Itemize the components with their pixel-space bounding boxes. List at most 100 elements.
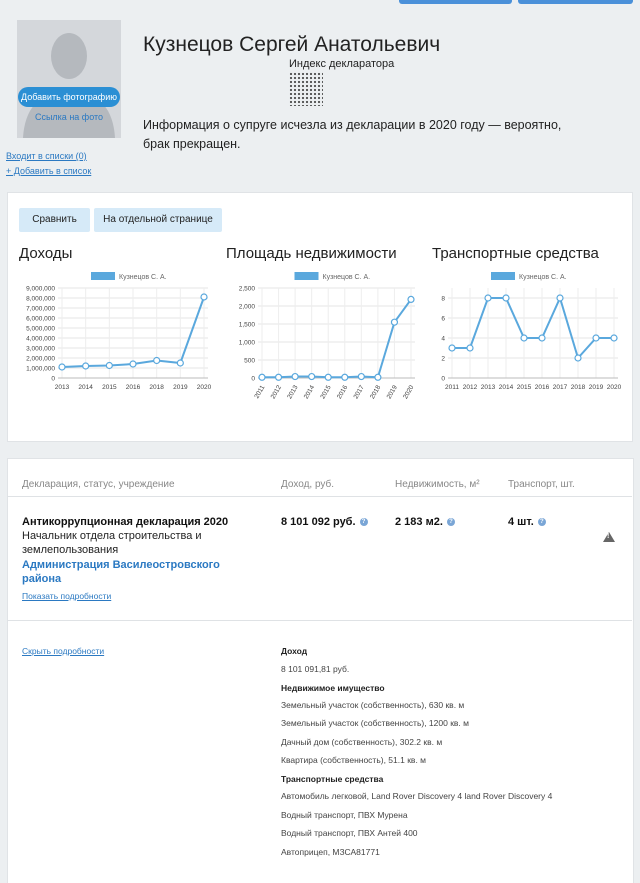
data-point (153, 356, 161, 365)
details-transport-heading: Транспортные средства (281, 774, 384, 784)
x-tick-label: 2018 (571, 384, 586, 391)
x-tick-label: 2019 (386, 384, 399, 400)
data-point (200, 293, 208, 301)
x-tick-label: 2019 (173, 384, 188, 391)
data-point (176, 359, 184, 367)
top-button-1[interactable] (399, 0, 512, 4)
top-button-2[interactable] (518, 0, 633, 4)
warning-icon[interactable]: ! (603, 532, 615, 542)
header-divider (7, 496, 632, 497)
y-tick-label: 6 (441, 316, 445, 323)
col-income: Доход, руб. (281, 479, 335, 490)
legend-label: Кузнецов С. А. (519, 274, 567, 281)
x-tick-label: 2015 (517, 384, 532, 391)
data-point (538, 334, 546, 342)
add-photo-button[interactable]: Добавить фотографию (18, 87, 120, 107)
y-tick-label: 3,000,000 (26, 346, 55, 353)
data-point (466, 344, 474, 352)
show-details-link[interactable]: Показать подробности (22, 591, 111, 601)
y-tick-label: 1,000,000 (26, 366, 55, 373)
y-tick-label: 0 (251, 376, 255, 383)
x-tick-label: 2018 (149, 384, 164, 391)
y-tick-label: 6,000,000 (26, 316, 55, 323)
x-tick-label: 2019 (589, 384, 604, 391)
x-tick-label: 2012 (270, 384, 283, 400)
y-tick-label: 1,500 (239, 322, 256, 329)
x-tick-label: 2015 (319, 384, 332, 400)
property-chart-title: Площадь недвижимости (226, 245, 397, 262)
legend-swatch (294, 272, 319, 280)
data-point (502, 294, 510, 302)
hide-details-link[interactable]: Скрыть подробности (22, 646, 104, 656)
x-tick-label: 2014 (78, 384, 93, 391)
legend-label: Кузнецов С. А. (119, 274, 167, 281)
col-realty: Недвижимость, м² (395, 479, 480, 490)
help-icon[interactable]: ? (359, 518, 368, 527)
y-tick-label: 0 (51, 376, 55, 383)
chart-svg: Кузнецов С. А.024682011 2012 2013 2014 2015 2… (441, 272, 622, 391)
data-point (407, 295, 415, 304)
x-tick-label: 2016 (126, 384, 141, 391)
x-tick-label: 2017 (553, 384, 568, 391)
series-line (262, 298, 412, 379)
transport-chart: Кузнецов С. А. 0 2 4 6 8 2011 2012 2013 2014 2015 2… (422, 268, 627, 428)
details-income-heading: Доход (281, 646, 308, 656)
y-tick-label: 2,000 (239, 304, 256, 311)
data-point (357, 372, 365, 381)
y-tick-label: 7,000,000 (26, 306, 55, 313)
transport-value: 4 шт. (508, 516, 534, 528)
data-point (390, 318, 399, 326)
realty-value: 2 183 м2. (395, 516, 443, 528)
x-tick-label: 2018 (369, 384, 382, 400)
y-tick-label: 500 (244, 358, 255, 365)
legend-label: Кузнецов С. А. (323, 274, 371, 281)
y-tick-label: 1,000 (239, 340, 256, 347)
person-name: Кузнецов Сергей Анатольевич (143, 33, 441, 56)
data-point (520, 334, 528, 342)
details-realty-item: Дачный дом (собственность), 302.2 кв. м (281, 737, 443, 747)
y-tick-label: 8 (441, 296, 445, 303)
y-tick-label: 2,000,000 (26, 356, 55, 363)
data-point (610, 334, 618, 342)
y-tick-label: 0 (441, 376, 445, 383)
realty-value-cell: 2 183 м2.? (395, 516, 455, 528)
tab-compare[interactable]: Сравнить (19, 208, 90, 232)
x-tick-label: 2011 (445, 384, 459, 391)
add-to-list-link[interactable]: + Добавить в список (6, 166, 91, 176)
data-point (374, 373, 382, 381)
charts-panel: Сравнить На отдельной странице Доходы Пл… (7, 192, 633, 442)
x-tick-label: 2016 (336, 384, 349, 400)
declaration-title: Антикоррупционная декларация 2020 (22, 516, 229, 528)
photo-link[interactable]: Ссылка на фото (17, 112, 121, 122)
x-tick-label: 2013 (286, 384, 299, 400)
details-realty-item: Земельный участок (собственность), 1200 … (281, 718, 469, 728)
tab-separate-page[interactable]: На отдельной странице (94, 208, 222, 232)
x-tick-label: 2014 (303, 384, 316, 400)
data-point (291, 372, 299, 381)
transport-chart-title: Транспортные средства (432, 245, 599, 262)
y-tick-label: 8,000,000 (26, 296, 55, 303)
details-realty-item: Земельный участок (собственность), 630 к… (281, 700, 465, 710)
x-tick-label: 2013 (55, 384, 70, 391)
chart-svg: Кузнецов С. А. 0 1,000,000 2,000,000 3,000,0… (26, 272, 212, 391)
help-icon[interactable]: ? (446, 518, 455, 527)
y-tick-label: 9,000,000 (26, 286, 55, 293)
data-point (484, 294, 492, 302)
data-point (105, 361, 113, 370)
spouse-info: Информация о супруге исчезла из декларац… (143, 118, 562, 151)
col-transport: Транспорт, шт. (508, 479, 575, 490)
x-tick-label: 2020 (607, 384, 622, 391)
data-point (324, 373, 332, 381)
organization-link[interactable]: Администрация Василеостровского района (22, 558, 242, 586)
data-point (129, 360, 137, 368)
series-line (452, 295, 614, 360)
y-tick-label: 5,000,000 (26, 326, 55, 333)
data-point (58, 363, 66, 371)
in-lists-link[interactable]: Входит в списки (0) (6, 151, 87, 161)
details-transport-item: Автомобиль легковой, Land Rover Discover… (281, 791, 553, 801)
income-value: 8 101 092 руб. (281, 516, 356, 528)
x-tick-label: 2017 (353, 384, 366, 400)
details-realty-heading: Недвижимое имущество (281, 683, 385, 693)
help-icon[interactable]: ? (537, 518, 546, 527)
chart-svg: Кузнецов С. А. 0 500 1,000 1,500 2,000 2,500 20… (239, 272, 416, 400)
